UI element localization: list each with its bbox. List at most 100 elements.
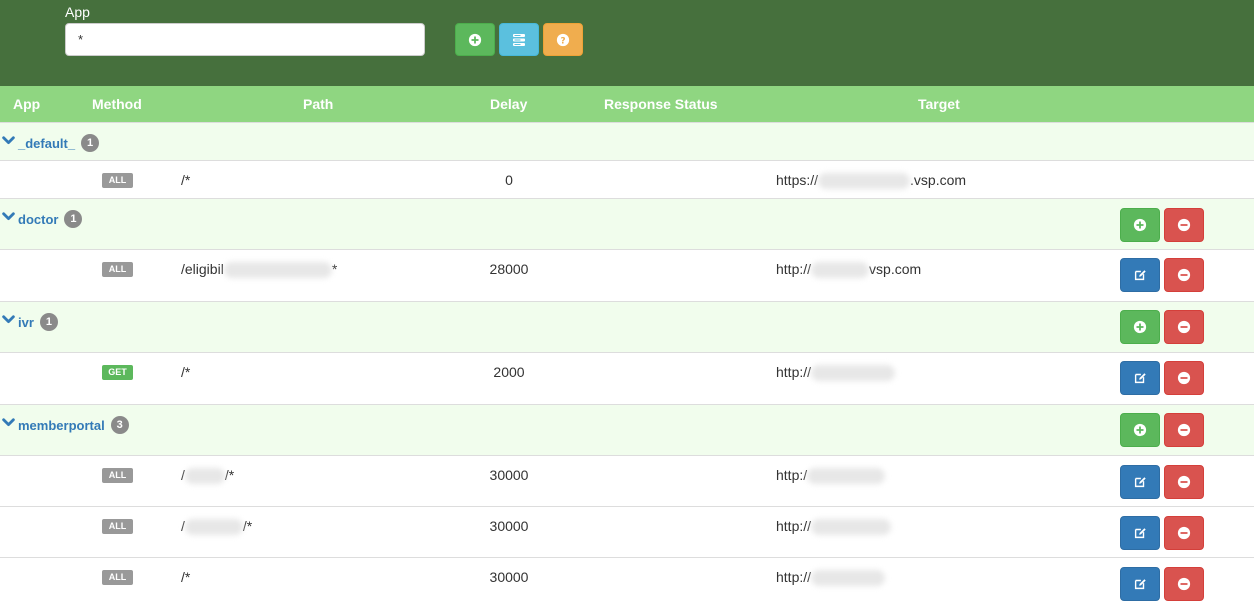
delay-cell: 2000 [493, 364, 525, 380]
chevron-down-icon [2, 210, 15, 228]
svg-text:?: ? [560, 36, 565, 46]
group-name: _default_ [18, 135, 76, 151]
method-badge: ALL [102, 570, 133, 585]
target-cell: https:// .vsp.com [776, 172, 967, 190]
target-prefix: http:// [776, 261, 812, 277]
group-toggle[interactable]: _default_ 1 [2, 134, 100, 152]
method-badge: ALL [102, 173, 133, 188]
edit-icon [1133, 475, 1147, 489]
group-row-memberportal: memberportal 3 [0, 404, 1254, 455]
redacted-text [818, 173, 911, 190]
app-filter-input[interactable] [65, 23, 425, 56]
group-name: ivr [18, 314, 34, 330]
delete-route-button[interactable] [1164, 465, 1204, 499]
target-prefix: http:// [776, 569, 812, 585]
minus-circle-icon [1177, 320, 1191, 334]
path-prefix: /eligibil [181, 261, 224, 277]
delete-app-button[interactable] [1164, 208, 1204, 242]
add-route-button[interactable] [1120, 310, 1160, 344]
chevron-down-icon [2, 313, 15, 331]
minus-circle-icon [1177, 577, 1191, 591]
edit-route-button[interactable] [1120, 516, 1160, 550]
edit-icon [1133, 526, 1147, 540]
target-suffix: .vsp.com [910, 172, 967, 188]
target-cell: http:/ [776, 467, 886, 485]
redacted-text [811, 262, 870, 279]
minus-circle-icon [1177, 371, 1191, 385]
delete-app-button[interactable] [1164, 413, 1204, 447]
target-cell: http:// [776, 569, 886, 587]
target-prefix: http:/ [776, 467, 808, 483]
add-route-button[interactable] [1120, 208, 1160, 242]
delay-cell: 30000 [489, 467, 529, 483]
redacted-text [184, 519, 243, 536]
edit-route-button[interactable] [1120, 258, 1160, 292]
target-prefix: https:// [776, 172, 819, 188]
col-delay: Delay [490, 96, 528, 112]
delete-route-button[interactable] [1164, 258, 1204, 292]
chevron-down-icon [2, 134, 15, 152]
minus-circle-icon [1177, 526, 1191, 540]
path-cell: /eligibil * [181, 261, 337, 279]
group-toggle[interactable]: memberportal 3 [2, 416, 129, 434]
table-row: ALL /* 0 https:// .vsp.com [0, 160, 1254, 198]
group-name: memberportal [18, 417, 105, 433]
target-suffix: vsp.com [869, 261, 922, 277]
table-row: GET /* 2000 http:// [0, 352, 1254, 404]
target-cell: http:// [776, 364, 896, 382]
group-toggle[interactable]: doctor 1 [2, 210, 83, 228]
server-list-button[interactable] [499, 23, 539, 56]
path-cell: /* [181, 172, 191, 188]
delete-route-button[interactable] [1164, 516, 1204, 550]
delay-cell: 0 [505, 172, 513, 188]
delete-route-button[interactable] [1164, 361, 1204, 395]
minus-circle-icon [1177, 268, 1191, 282]
path-cell: //* [181, 518, 253, 536]
method-badge: ALL [102, 262, 133, 277]
edit-route-button[interactable] [1120, 361, 1160, 395]
group-toggle[interactable]: ivr 1 [2, 313, 58, 331]
app-filter-label: App [65, 4, 90, 20]
path-cell: /* [181, 569, 191, 585]
target-cell: http:// vsp.com [776, 261, 922, 279]
table-row: ALL //* 30000 http:/ [0, 455, 1254, 506]
add-app-button[interactable] [455, 23, 495, 56]
delete-app-button[interactable] [1164, 310, 1204, 344]
delete-route-button[interactable] [1164, 567, 1204, 601]
table-row: ALL /* 30000 http:// [0, 557, 1254, 603]
table-row: ALL /eligibil * 28000 http:// vsp.com [0, 249, 1254, 301]
redacted-text [811, 365, 896, 382]
minus-circle-icon [1177, 218, 1191, 232]
table-header: App Method Path Delay Response Status Ta… [0, 86, 1254, 122]
redacted-text [807, 468, 886, 485]
delay-cell: 28000 [489, 261, 529, 277]
target-prefix: http:// [776, 364, 812, 380]
path-cell: //* [181, 467, 234, 485]
path-suffix: /* [242, 518, 253, 534]
target-prefix: http:// [776, 518, 812, 534]
group-count-badge: 1 [81, 134, 100, 152]
redacted-text [223, 262, 332, 279]
group-name: doctor [18, 211, 59, 227]
help-button[interactable]: ? [543, 23, 583, 56]
group-count-badge: 3 [110, 416, 129, 434]
plus-circle-icon [1133, 218, 1147, 232]
redacted-text [811, 570, 886, 587]
add-route-button[interactable] [1120, 413, 1160, 447]
plus-circle-icon [468, 33, 482, 47]
col-target: Target [918, 96, 960, 112]
edit-route-button[interactable] [1120, 567, 1160, 601]
server-list-icon [512, 33, 526, 47]
col-app: App [13, 96, 41, 112]
group-count-badge: 1 [39, 313, 58, 331]
delay-cell: 30000 [489, 569, 529, 585]
app-filter-bar: App ? [0, 0, 1254, 86]
minus-circle-icon [1177, 423, 1191, 437]
minus-circle-icon [1177, 475, 1191, 489]
group-row-ivr: ivr 1 [0, 301, 1254, 352]
edit-icon [1133, 577, 1147, 591]
target-cell: http:// [776, 518, 892, 536]
edit-route-button[interactable] [1120, 465, 1160, 499]
group-row-default: _default_ 1 [0, 122, 1254, 160]
redacted-text [811, 519, 892, 536]
